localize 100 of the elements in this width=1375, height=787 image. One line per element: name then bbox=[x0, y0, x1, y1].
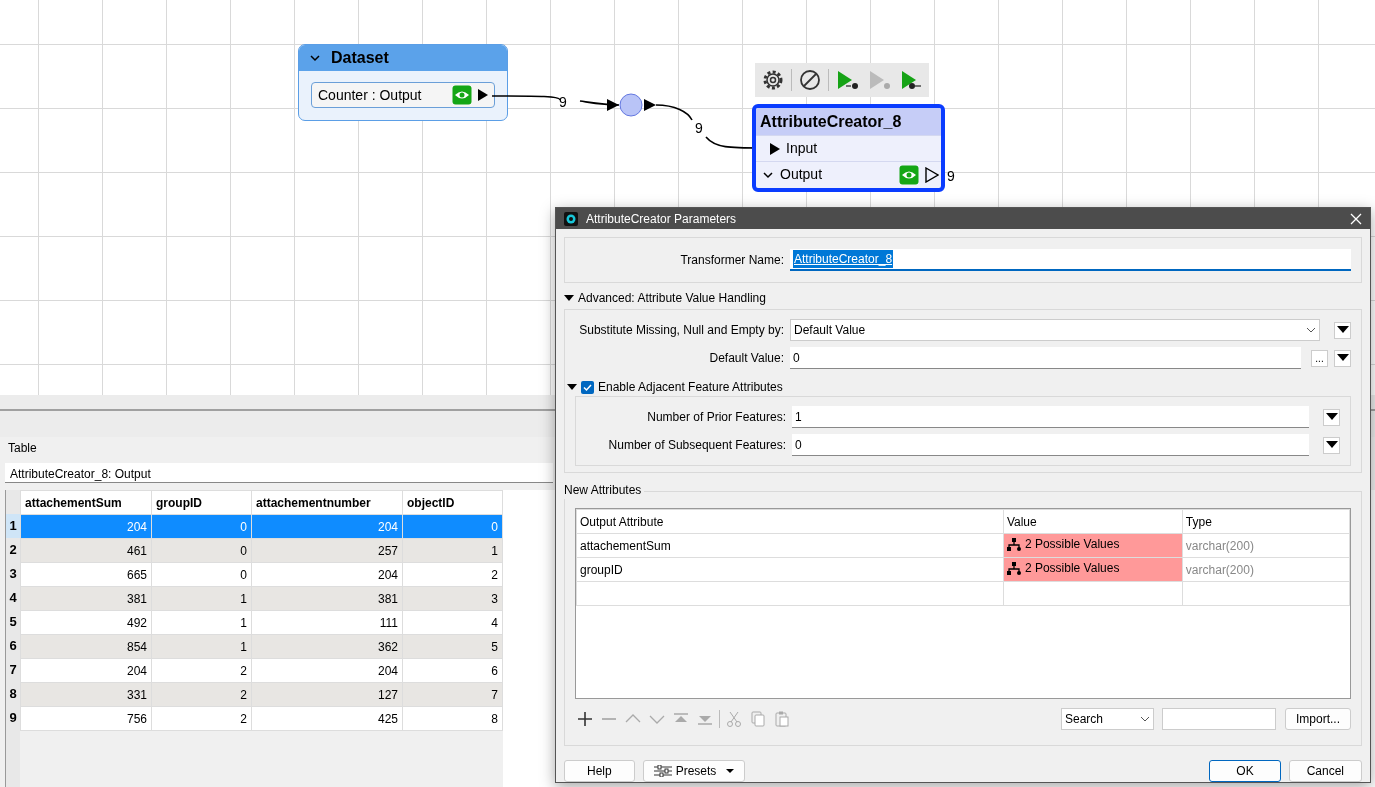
table-cell: 1 bbox=[151, 634, 252, 659]
field-label: Number of Prior Features: bbox=[646, 409, 786, 426]
field-label: Substitute Missing, Null and Empty by: bbox=[578, 322, 784, 339]
cancel-button[interactable]: Cancel bbox=[1288, 760, 1362, 782]
table-cell: 0 bbox=[151, 514, 252, 539]
import-button[interactable]: Import... bbox=[1285, 708, 1351, 730]
table-cell: 381 bbox=[20, 586, 152, 611]
dropdown-arrow-icon[interactable] bbox=[1325, 441, 1338, 449]
row-number[interactable]: 4 bbox=[6, 586, 20, 610]
dropdown-field[interactable]: Default Value bbox=[790, 319, 1320, 341]
output-port[interactable]: Counter : Output bbox=[311, 82, 495, 108]
table-cell: 1 bbox=[151, 586, 252, 611]
table-cell: 0 bbox=[151, 538, 252, 563]
app-icon bbox=[564, 211, 578, 226]
number-field[interactable]: 1 bbox=[792, 406, 1309, 428]
search-dropdown[interactable]: Search bbox=[1061, 708, 1154, 730]
name-field[interactable]: AttributeCreator_8 bbox=[790, 249, 1351, 271]
table-cell: 204 bbox=[20, 658, 152, 683]
field-label: Number of Subsequent Features: bbox=[607, 437, 786, 454]
row-number[interactable]: 7 bbox=[6, 658, 20, 682]
table-cell: 381 bbox=[251, 586, 403, 611]
table-cell: 1 bbox=[402, 538, 503, 563]
row-number[interactable]: 1 bbox=[6, 514, 20, 538]
port-label: Counter : Output bbox=[318, 85, 423, 105]
ok-button[interactable]: OK bbox=[1209, 760, 1281, 782]
transformer-node[interactable]: AttributeCreator_8 Input Output bbox=[752, 104, 945, 192]
dropdown-arrow-icon[interactable] bbox=[1325, 413, 1338, 421]
window-title: AttributeCreator Parameters bbox=[586, 210, 738, 228]
table-cell: 461 bbox=[20, 538, 152, 563]
table-cell: 492 bbox=[20, 610, 152, 635]
value-text: 2 Possible Values bbox=[1024, 560, 1120, 578]
row-number[interactable]: 3 bbox=[6, 562, 20, 586]
expand-triangle-icon[interactable] bbox=[564, 293, 574, 303]
value-text: 2 Possible Values bbox=[1024, 536, 1120, 554]
browse-button[interactable]: ... bbox=[1311, 349, 1328, 367]
table-cell: 2 bbox=[151, 706, 252, 731]
column-header[interactable]: groupID bbox=[151, 490, 252, 515]
search-field[interactable] bbox=[1162, 708, 1276, 730]
table-cell: 756 bbox=[20, 706, 152, 731]
field-label: Default Value: bbox=[708, 350, 784, 367]
chevron-icon bbox=[1140, 716, 1150, 722]
row-number[interactable]: 8 bbox=[6, 682, 20, 706]
column-header[interactable]: objectID bbox=[402, 490, 503, 515]
checkbox-label: Enable Adjacent Feature Attributes bbox=[598, 379, 783, 396]
text-field[interactable]: 0 bbox=[790, 347, 1301, 369]
dropdown-arrow-icon[interactable] bbox=[1336, 326, 1349, 334]
checkbox[interactable] bbox=[581, 380, 594, 394]
table-cell: 2 bbox=[151, 682, 252, 707]
port-arrow-icon[interactable] bbox=[478, 89, 488, 101]
menu-button[interactable] bbox=[1323, 408, 1340, 426]
output-arrow-icon[interactable] bbox=[925, 166, 939, 183]
menu-button[interactable] bbox=[1334, 321, 1351, 339]
table-cell: 204 bbox=[251, 514, 403, 539]
table-cell: 111 bbox=[251, 610, 403, 635]
menu-button[interactable] bbox=[1323, 436, 1340, 454]
column-header[interactable]: attachementSum bbox=[20, 490, 152, 515]
collapse-chevron-icon[interactable] bbox=[309, 52, 321, 64]
input-arrow-icon[interactable] bbox=[770, 142, 780, 155]
table-cell: 1 bbox=[151, 610, 252, 635]
close-icon[interactable] bbox=[1350, 212, 1362, 225]
table-cell: 2 bbox=[151, 658, 252, 683]
node-title: Dataset bbox=[331, 48, 389, 68]
port-label: Output bbox=[780, 165, 824, 184]
section-title: Advanced: Attribute Value Handling bbox=[578, 290, 766, 307]
table-cell: 204 bbox=[20, 514, 152, 539]
column-header[interactable]: Output Attribute bbox=[576, 509, 1004, 534]
table-cell: 7 bbox=[402, 682, 503, 707]
table-cell: 665 bbox=[20, 562, 152, 587]
source-label: AttributeCreator_8: Output bbox=[5, 463, 553, 483]
dropdown-arrow-icon[interactable] bbox=[1336, 354, 1349, 362]
table-cell: 2 bbox=[402, 562, 503, 587]
row-number[interactable]: 2 bbox=[6, 538, 20, 562]
column-header[interactable]: attachementnumber bbox=[251, 490, 403, 515]
table-cell: groupID bbox=[576, 557, 1004, 582]
inspect-eye-icon[interactable] bbox=[899, 164, 919, 185]
field-label: Transformer Name: bbox=[679, 252, 784, 269]
table-cell: 425 bbox=[251, 706, 403, 731]
table-cell: 331 bbox=[20, 682, 152, 707]
row-number[interactable]: 9 bbox=[6, 706, 20, 730]
column-header[interactable]: Type bbox=[1182, 509, 1350, 534]
panel-title: Table bbox=[8, 441, 37, 455]
junction-node[interactable] bbox=[619, 93, 643, 117]
help-button[interactable]: Help bbox=[564, 760, 635, 782]
dataset-node[interactable]: Dataset Counter : Output bbox=[298, 44, 508, 121]
add-icon[interactable] bbox=[576, 710, 594, 728]
table-cell: attachementSum bbox=[576, 533, 1004, 558]
table-cell: 6 bbox=[402, 658, 503, 683]
table-cell: 8 bbox=[402, 706, 503, 731]
table-cell: varchar(200) bbox=[1182, 557, 1350, 582]
table-cell: varchar(200) bbox=[1182, 533, 1350, 558]
expand-triangle-icon[interactable] bbox=[567, 382, 577, 392]
menu-button[interactable] bbox=[1334, 349, 1351, 367]
row-number[interactable]: 5 bbox=[6, 610, 20, 634]
row-number[interactable]: 6 bbox=[6, 634, 20, 658]
table-cell: 204 bbox=[251, 658, 403, 683]
number-field[interactable]: 0 bbox=[792, 434, 1309, 456]
column-header[interactable]: Value bbox=[1003, 509, 1183, 534]
tree-icon bbox=[1006, 561, 1021, 575]
presets-button[interactable]: Presets bbox=[642, 760, 746, 782]
inspect-eye-icon[interactable] bbox=[452, 85, 472, 105]
